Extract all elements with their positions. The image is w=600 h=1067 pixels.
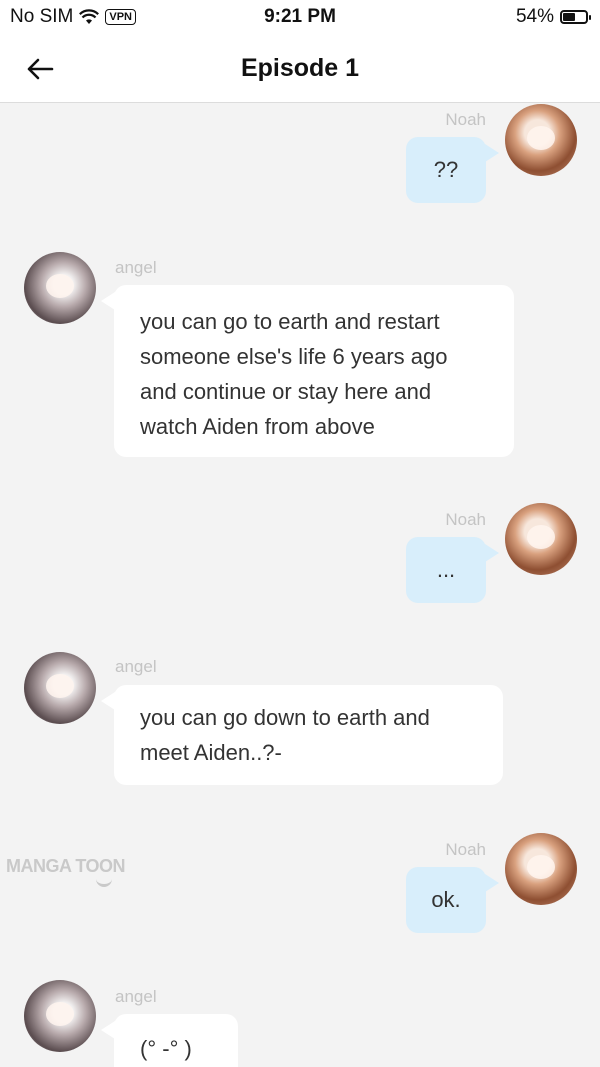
bubble-tail <box>101 1021 115 1039</box>
battery-level <box>563 13 575 21</box>
battery-icon <box>560 10 591 24</box>
bubble-tail <box>101 292 115 310</box>
bubble-tail <box>485 144 499 162</box>
avatar-face <box>46 1002 74 1026</box>
message-line: watch Aiden from above <box>140 414 375 439</box>
sender-name: angel <box>115 987 157 1006</box>
message-text: (° -° ) <box>140 1036 192 1061</box>
message-line: and continue or stay here and <box>140 379 432 404</box>
sender-name: Noah <box>445 840 486 859</box>
nav-bar: Episode 1 <box>0 36 600 103</box>
sender-name: angel <box>115 657 157 676</box>
message-text: ... <box>436 557 456 582</box>
avatar-face <box>527 855 555 879</box>
message-line: you can go to earth and restart <box>140 309 440 334</box>
status-time: 9:21 PM <box>264 6 336 27</box>
avatar-face <box>527 126 555 150</box>
status-right: 54% <box>515 6 591 28</box>
message-text: ok. <box>431 887 461 912</box>
avatar-face <box>46 674 74 698</box>
status-bar: No SIM VPN 9:21 PM 54% <box>0 0 600 36</box>
page-title: Episode 1 <box>240 54 360 82</box>
avatar-angel[interactable] <box>24 980 96 1052</box>
bubble-tail <box>485 874 499 892</box>
watermark-smile-icon <box>96 878 112 887</box>
bubble-tail <box>101 692 115 710</box>
message-line: you can go down to earth and <box>140 705 430 730</box>
message-line: someone else's life 6 years ago <box>140 344 448 369</box>
watermark-logo: MANGA TOON <box>6 856 126 876</box>
sender-name: angel <box>115 258 157 277</box>
message-line: meet Aiden..?- <box>140 740 282 765</box>
message-bubble[interactable]: ok. <box>406 867 486 933</box>
message-bubble[interactable]: ... <box>406 537 486 603</box>
message-bubble[interactable]: ?? <box>406 137 486 203</box>
battery-tip <box>589 15 591 20</box>
avatar-noah[interactable] <box>505 833 577 905</box>
sender-name: Noah <box>445 510 486 529</box>
avatar-angel[interactable] <box>24 252 96 324</box>
bubble-tail <box>485 544 499 562</box>
battery-percent: 54% <box>515 6 554 27</box>
sender-name: Noah <box>445 110 486 129</box>
avatar-noah[interactable] <box>505 503 577 575</box>
avatar-face <box>527 525 555 549</box>
message-bubble[interactable]: you can go down to earth and meet Aiden.… <box>114 685 503 785</box>
message-bubble[interactable]: (° -° ) <box>114 1014 238 1067</box>
message-text: ?? <box>433 157 459 182</box>
avatar-face <box>46 274 74 298</box>
avatar-noah[interactable] <box>505 104 577 176</box>
avatar-angel[interactable] <box>24 652 96 724</box>
message-bubble[interactable]: you can go to earth and restart someone … <box>114 285 514 457</box>
